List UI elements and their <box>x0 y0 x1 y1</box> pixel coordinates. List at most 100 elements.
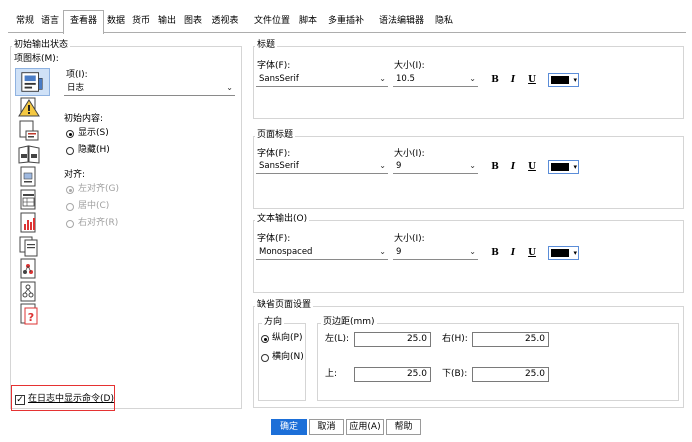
tab-syntax-editor[interactable]: 语法编辑器 <box>372 11 431 31</box>
title-underline-button[interactable]: U <box>524 73 540 87</box>
tab-language[interactable]: 语言 <box>38 11 62 31</box>
show-radio-label[interactable]: 显示(S) <box>78 128 109 139</box>
page-title-icon[interactable] <box>17 165 41 189</box>
page-title-italic-button[interactable]: I <box>505 160 521 174</box>
text-output-size-label: 大小(I): <box>394 234 425 244</box>
tab-general[interactable]: 常规 <box>13 11 37 31</box>
landscape-radio[interactable] <box>261 354 269 362</box>
ok-button[interactable]: 确定 <box>271 419 307 435</box>
page-title-size-value: 9 <box>396 161 402 171</box>
align-left-radio[interactable] <box>66 186 74 194</box>
margins-title: 页边距(mm) <box>321 317 377 328</box>
align-right-radio[interactable] <box>66 220 74 228</box>
chart-icon[interactable] <box>17 211 41 235</box>
text-output-size-dropdown[interactable]: 9 ⌄ <box>393 246 478 260</box>
align-center-radio[interactable] <box>66 203 74 211</box>
text-output-underline-button[interactable]: U <box>524 246 540 260</box>
margin-right-label: 右(H): <box>442 334 468 344</box>
page-title-color-picker[interactable]: ▾ <box>548 160 579 174</box>
margin-right-field[interactable]: 25.0 <box>472 332 549 347</box>
warning-icon[interactable] <box>17 96 41 120</box>
portrait-radio[interactable] <box>261 335 269 343</box>
page-title-color-swatch <box>551 163 569 171</box>
tree-diagram-icon[interactable] <box>17 280 41 304</box>
unknown-object-icon[interactable]: ? <box>17 302 41 326</box>
tab-strip: 常规 语言 查看器 数据 货币 输出 图表 透视表 文件位置 脚本 多重插补 语… <box>8 10 686 34</box>
portrait-label[interactable]: 纵向(P) <box>272 333 302 344</box>
hide-radio-label[interactable]: 隐藏(H) <box>78 145 110 156</box>
text-output-color-swatch <box>551 249 569 257</box>
text-output-font-dropdown[interactable]: Monospaced ⌄ <box>256 246 388 260</box>
tab-currency[interactable]: 货币 <box>129 11 153 31</box>
page-title-group-title: 页面标题 <box>255 130 296 141</box>
title-font-dropdown[interactable]: SansSerif ⌄ <box>256 73 388 87</box>
page-title-size-label: 大小(I): <box>394 149 425 159</box>
text-output-italic-button[interactable]: I <box>505 246 521 260</box>
viewer-page-icon[interactable] <box>15 68 50 96</box>
alignment-label: 对齐: <box>64 170 86 180</box>
title-font-label: 字体(F): <box>257 61 291 71</box>
table-icon[interactable] <box>17 188 41 212</box>
tab-data[interactable]: 数据 <box>104 11 128 31</box>
item-dropdown-value: 日志 <box>67 83 85 93</box>
title-color-swatch <box>551 76 569 84</box>
item-icon-list[interactable]: ? <box>15 68 50 325</box>
margin-left-field[interactable]: 25.0 <box>354 332 431 347</box>
align-left-label: 左对齐(G) <box>78 184 119 194</box>
margin-bottom-field[interactable]: 25.0 <box>472 367 549 382</box>
text-output-size-value: 9 <box>396 247 402 257</box>
item-dropdown[interactable]: 日志 ⌄ <box>64 82 235 96</box>
title-size-dropdown[interactable]: 10.5 ⌄ <box>393 73 478 87</box>
tab-viewer[interactable]: 查看器 <box>63 10 104 34</box>
title-book-icon[interactable] <box>17 142 41 166</box>
help-button[interactable]: 帮助 <box>386 419 421 435</box>
text-output-font-label: 字体(F): <box>257 234 291 244</box>
title-font-value: SansSerif <box>259 74 299 84</box>
title-group-title: 标题 <box>255 40 278 51</box>
title-size-label: 大小(I): <box>394 61 425 71</box>
title-color-picker[interactable]: ▾ <box>548 73 579 87</box>
landscape-label[interactable]: 横向(N) <box>272 352 304 363</box>
margin-top-field[interactable]: 25.0 <box>354 367 431 382</box>
hide-radio[interactable] <box>66 147 74 155</box>
page-title-size-dropdown[interactable]: 9 ⌄ <box>393 160 478 174</box>
tab-output[interactable]: 输出 <box>155 11 179 31</box>
chevron-down-icon: ⌄ <box>379 74 386 83</box>
page-setup-title: 缺省页面设置 <box>255 300 314 311</box>
chevron-down-icon: ⌄ <box>379 247 386 256</box>
margin-left-label: 左(L): <box>325 334 350 344</box>
tab-file-locations[interactable]: 文件位置 <box>248 11 296 31</box>
item-icon-label: 项图标(M): <box>14 54 59 64</box>
notes-icon[interactable] <box>17 119 41 143</box>
text-output-bold-button[interactable]: B <box>487 246 503 260</box>
text-output-font-value: Monospaced <box>259 247 313 257</box>
margin-top-label: 上: <box>325 369 338 379</box>
title-bold-button[interactable]: B <box>487 73 503 87</box>
show-commands-checkbox[interactable]: ✓ <box>15 395 25 405</box>
page-title-font-value: SansSerif <box>259 161 299 171</box>
tab-multiple-imputations[interactable]: 多重插补 <box>322 11 370 31</box>
initial-content-label: 初始内容: <box>64 114 104 124</box>
chevron-down-icon: ⌄ <box>469 74 476 83</box>
text-output-icon[interactable] <box>17 234 41 258</box>
cancel-button[interactable]: 取消 <box>309 419 344 435</box>
show-commands-label[interactable]: 在日志中显示命令(D) <box>28 394 114 405</box>
tab-privacy[interactable]: 隐私 <box>432 11 456 31</box>
show-radio[interactable] <box>66 130 74 138</box>
initial-output-state-title: 初始输出状态 <box>12 40 71 51</box>
dropdown-arrow-icon: ▾ <box>573 163 577 171</box>
page-title-font-label: 字体(F): <box>257 149 291 159</box>
text-output-color-picker[interactable]: ▾ <box>548 246 579 260</box>
tab-scripts[interactable]: 脚本 <box>296 11 320 31</box>
align-right-label: 右对齐(R) <box>78 218 119 228</box>
page-title-underline-button[interactable]: U <box>524 160 540 174</box>
page-title-bold-button[interactable]: B <box>487 160 503 174</box>
tab-pivot-tables[interactable]: 透视表 <box>207 11 243 31</box>
tree-model-icon[interactable] <box>17 257 41 281</box>
apply-button[interactable]: 应用(A) <box>346 419 384 435</box>
tab-charts[interactable]: 图表 <box>181 11 205 31</box>
align-center-label: 居中(C) <box>78 201 110 211</box>
title-italic-button[interactable]: I <box>505 73 521 87</box>
text-output-group-title: 文本输出(O) <box>255 214 310 225</box>
page-title-font-dropdown[interactable]: SansSerif ⌄ <box>256 160 388 174</box>
